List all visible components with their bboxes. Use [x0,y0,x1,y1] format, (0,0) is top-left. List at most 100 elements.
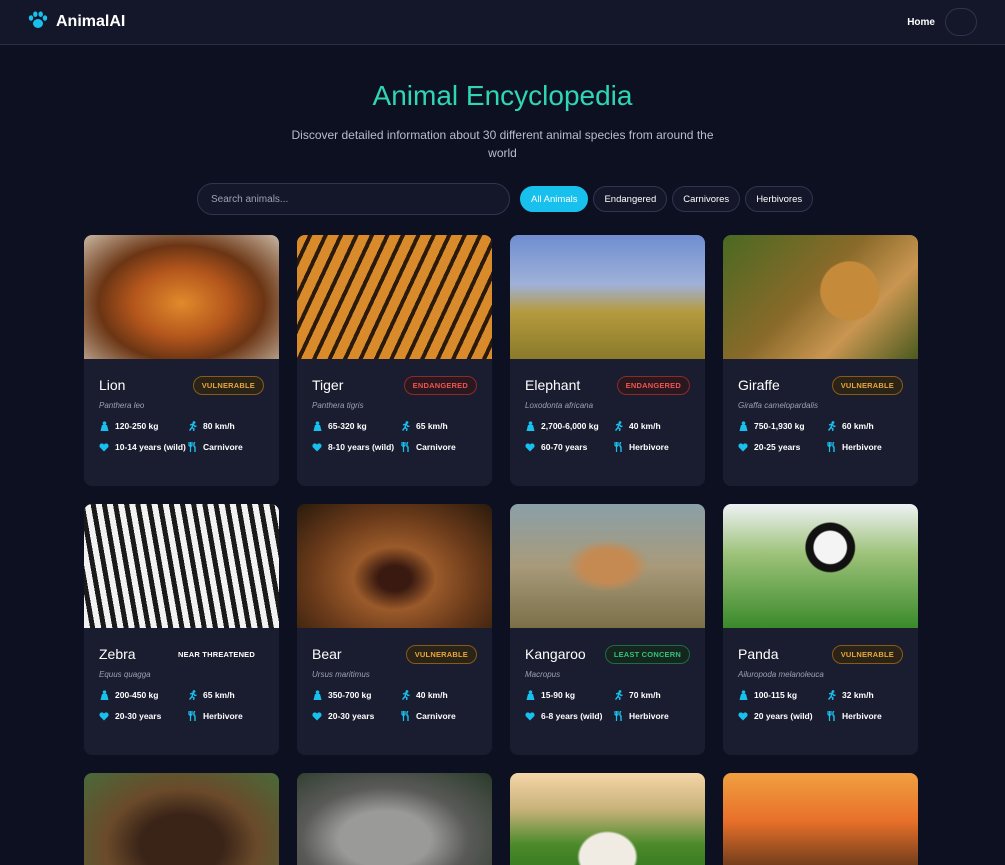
status-badge: VULNERABLE [192,375,264,395]
running-icon [613,689,623,701]
weight-icon [738,420,748,432]
stat-speed: 40 km/h [400,689,480,701]
utensils-icon [826,710,836,722]
camel-photo [723,773,918,865]
filter-all-animals[interactable]: All Animals [520,186,589,212]
animal-card[interactable] [297,773,492,865]
moon-icon [955,13,967,31]
page-subtitle: Discover detailed information about 30 d… [291,128,714,160]
kangaroo-photo [510,504,705,628]
brand-name: AnimalAI [56,13,126,30]
running-icon [613,420,623,432]
stat-diet: Herbivore [187,710,267,722]
utensils-icon [400,441,410,453]
stat-speed: 65 km/h [187,689,267,701]
animal-name: Zebra [99,646,136,662]
status-badge: ENDANGERED [403,375,477,395]
utensils-icon [187,710,197,722]
scientific-name: Macropus [525,670,561,679]
stat-weight: 15-90 kg [525,689,613,701]
stat-weight: 100-115 kg [738,689,826,701]
stat-weight: 750-1,930 kg [738,420,826,432]
filter-herbivores[interactable]: Herbivores [745,186,814,212]
stat-diet: Herbivore [826,710,906,722]
hero-section: Animal Encyclopedia Discover detailed in… [0,80,1005,162]
heart-icon [525,441,535,453]
tiger-photo [297,235,492,359]
stat-diet: Carnivore [400,710,480,722]
nav-home-link[interactable]: Home [907,17,935,28]
animal-card[interactable]: Kangaroo LEAST CONCERN Macropus 15-90 kg… [510,504,705,755]
stat-weight: 2,700-6,000 kg [525,420,613,432]
weight-icon [312,420,322,432]
stat-weight: 350-700 kg [312,689,400,701]
animal-card[interactable]: Panda VULNERABLE Ailuropoda melanoleuca … [723,504,918,755]
heart-icon [738,710,748,722]
stat-speed: 32 km/h [826,689,906,701]
status-badge: ENDANGERED [616,375,690,395]
brand[interactable]: AnimalAI [28,10,126,34]
stat-speed: 40 km/h [613,420,693,432]
status-badge: VULNERABLE [831,375,903,395]
animal-card[interactable]: Zebra NEAR THREATENED Equus quagga 200-4… [84,504,279,755]
animal-card[interactable]: Tiger ENDANGERED Panthera tigris 65-320 … [297,235,492,486]
filter-carnivores[interactable]: Carnivores [672,186,741,212]
paw-icon [28,10,48,34]
scientific-name: Giraffa camelopardalis [738,401,819,410]
stat-lifespan: 60-70 years [525,441,613,453]
utensils-icon [613,710,623,722]
scientific-name: Loxodonta africana [525,401,594,410]
running-icon [400,420,410,432]
running-icon [187,689,197,701]
animal-card[interactable] [510,773,705,865]
animal-card[interactable] [84,773,279,865]
stat-diet: Herbivore [613,710,693,722]
stat-speed: 70 km/h [613,689,693,701]
weight-icon [99,420,109,432]
stat-weight: 200-450 kg [99,689,187,701]
animal-name: Panda [738,646,779,662]
lion-photo [84,235,279,359]
animal-card[interactable] [723,773,918,865]
animal-name: Kangaroo [525,646,586,662]
animal-card[interactable]: Elephant ENDANGERED Loxodonta africana 2… [510,235,705,486]
utensils-icon [400,710,410,722]
panda-photo [723,504,918,628]
animal-card[interactable]: Bear VULNERABLE Ursus maritimus 350-700 … [297,504,492,755]
scientific-name: Equus quagga [99,670,151,679]
heart-icon [312,710,322,722]
weight-icon [312,689,322,701]
sheep-photo [510,773,705,865]
stat-lifespan: 20 years (wild) [738,710,826,722]
stat-diet: Herbivore [826,441,906,453]
status-badge: NEAR THREATENED [177,649,255,659]
scientific-name: Panthera leo [99,401,145,410]
weight-icon [525,689,535,701]
animal-grid: Lion VULNERABLE Panthera leo 120-250 kg … [84,235,918,865]
heart-icon [99,710,109,722]
stat-diet: Carnivore [400,441,480,453]
stat-diet: Herbivore [613,441,693,453]
utensils-icon [826,441,836,453]
animal-name: Lion [99,377,126,393]
search-input[interactable] [197,183,510,215]
bison-photo [84,773,279,865]
stat-weight: 120-250 kg [99,420,187,432]
theme-toggle-button[interactable] [945,8,977,36]
weight-icon [99,689,109,701]
running-icon [826,420,836,432]
heart-icon [738,441,748,453]
animal-name: Bear [312,646,342,662]
stat-speed: 60 km/h [826,420,906,432]
utensils-icon [187,441,197,453]
giraffe-photo [723,235,918,359]
stat-weight: 65-320 kg [312,420,400,432]
animal-card[interactable]: Giraffe VULNERABLE Giraffa camelopardali… [723,235,918,486]
animal-card[interactable]: Lion VULNERABLE Panthera leo 120-250 kg … [84,235,279,486]
status-badge: VULNERABLE [831,644,903,664]
filter-endangered[interactable]: Endangered [593,186,668,212]
stat-lifespan: 6-8 years (wild) [525,710,613,722]
animal-name: Giraffe [738,377,780,393]
stat-lifespan: 20-30 years [99,710,187,722]
animal-name: Elephant [525,377,581,393]
